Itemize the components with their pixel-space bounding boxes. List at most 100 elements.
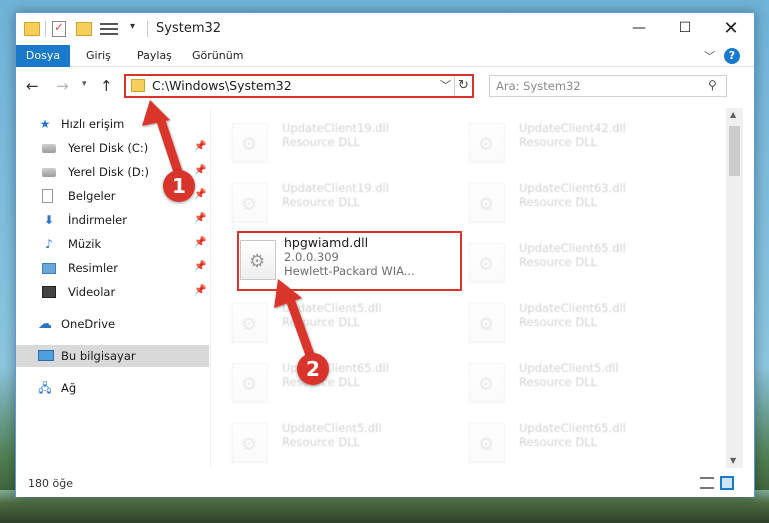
sidebar-item-music[interactable]: ♪ Müzik 📌 (16, 233, 209, 255)
file-item[interactable]: UpdateClient5.dllResource DLL (212, 293, 442, 351)
sidebar-item-label: Yerel Disk (D:) (68, 165, 150, 179)
file-item[interactable]: UpdateClient63.dllResource DLL (449, 173, 679, 231)
dll-file-icon (469, 123, 505, 163)
pictures-icon (42, 263, 56, 274)
file-name: UpdateClient19.dll (282, 121, 389, 135)
refresh-icon[interactable]: ↻ (454, 76, 472, 96)
dll-file-icon (232, 303, 268, 343)
dll-file-icon (469, 363, 505, 403)
tab-file[interactable]: Dosya (16, 45, 70, 67)
file-type: Resource DLL (519, 315, 598, 329)
file-item[interactable]: UpdateClient5.dllResource DLL (449, 353, 679, 411)
sidebar-item-network[interactable]: 🖧 Ağ (16, 377, 209, 399)
chevron-down-icon[interactable]: ﹀ (440, 77, 451, 93)
dll-file-icon (469, 423, 505, 463)
chevron-down-icon[interactable]: ﹀ (704, 48, 715, 64)
pin-icon[interactable]: 📌 (194, 237, 206, 248)
scroll-up-icon[interactable]: ▲ (730, 110, 736, 119)
pane-divider[interactable] (210, 108, 211, 468)
minimize-button[interactable]: — (616, 13, 662, 43)
file-type: Resource DLL (519, 135, 598, 149)
navigation-pane: ★ Hızlı erişim Yerel Disk (C:) 📌 Yerel D… (16, 108, 209, 468)
dll-file-icon (232, 123, 268, 163)
file-name: UpdateClient65.dll (519, 241, 626, 255)
sidebar-item-label: Ağ (61, 381, 77, 395)
search-input[interactable] (496, 78, 696, 94)
address-bar[interactable]: C:\Windows\System32 ﹀ ↻ (124, 74, 474, 98)
highlight-box (237, 231, 462, 291)
details-view-icon[interactable] (700, 477, 714, 489)
file-type: Resource DLL (519, 435, 598, 449)
folder-icon (131, 79, 145, 92)
dll-file-icon (232, 363, 268, 403)
recent-locations-icon[interactable]: ▾ (82, 79, 87, 89)
file-item[interactable]: UpdateClient19.dllResource DLL (212, 173, 442, 231)
close-button[interactable]: ✕ (708, 13, 754, 43)
sidebar-item-downloads[interactable]: ⬇ İndirmeler 📌 (16, 209, 209, 231)
folder-icon (24, 22, 40, 36)
sidebar-item-label: OneDrive (61, 317, 116, 331)
file-name: UpdateClient5.dll (282, 301, 382, 315)
file-type: Resource DLL (519, 195, 598, 209)
help-icon[interactable]: ? (724, 48, 740, 64)
file-item[interactable]: UpdateClient65.dllResource DLL (449, 293, 679, 351)
new-folder-icon[interactable] (76, 22, 92, 36)
ribbon-tabs: Dosya Giriş Paylaş Görünüm ﹀ ? (16, 45, 754, 67)
tab-home[interactable]: Giriş (86, 45, 111, 67)
navigation-bar: ← → ▾ ↑ C:\Windows\System32 ﹀ ↻ ⚲ (16, 68, 754, 104)
file-item[interactable]: UpdateClient65.dllResource DLL (449, 413, 679, 468)
tab-view[interactable]: Görünüm (192, 45, 243, 67)
sidebar-item-quick-access[interactable]: ★ Hızlı erişim (16, 113, 209, 135)
drive-icon (42, 168, 56, 177)
sidebar-item-videos[interactable]: Videolar 📌 (16, 281, 209, 303)
status-bar: 180 öğe (16, 471, 754, 497)
tiles-view-icon[interactable] (720, 476, 734, 490)
file-item[interactable]: UpdateClient5.dllResource DLL (212, 413, 442, 468)
sidebar-item-label: Resimler (68, 261, 118, 275)
sidebar-item-pictures[interactable]: Resimler 📌 (16, 257, 209, 279)
vertical-scrollbar[interactable]: ▲ ▼ (726, 108, 743, 468)
sidebar-item-this-pc[interactable]: Bu bilgisayar (16, 345, 209, 367)
file-name: UpdateClient19.dll (282, 181, 389, 195)
document-icon (42, 189, 53, 203)
cloud-icon: ☁ (38, 316, 52, 332)
file-name: UpdateClient5.dll (282, 421, 382, 435)
address-path[interactable]: C:\Windows\System32 (152, 78, 292, 93)
file-item[interactable]: UpdateClient65.dllResource DLL (449, 233, 679, 291)
pin-icon[interactable]: 📌 (194, 261, 206, 272)
view-menu-icon[interactable] (100, 23, 118, 35)
item-count: 180 öğe (28, 477, 73, 490)
search-box[interactable]: ⚲ (489, 75, 727, 97)
sidebar-item-disk-c[interactable]: Yerel Disk (C:) 📌 (16, 137, 209, 159)
tab-share[interactable]: Paylaş (137, 45, 172, 67)
maximize-button[interactable]: ☐ (662, 13, 708, 43)
sidebar-item-label: Videolar (68, 285, 116, 299)
sidebar-item-label: Bu bilgisayar (61, 349, 136, 363)
file-name: UpdateClient5.dll (519, 361, 619, 375)
chevron-down-icon[interactable]: ▾ (130, 21, 135, 39)
back-arrow-icon[interactable]: ← (26, 77, 39, 95)
scroll-thumb[interactable] (729, 126, 740, 176)
pin-icon[interactable]: 📌 (194, 189, 206, 200)
explorer-window: ▾ System32 — ☐ ✕ Dosya Giriş Paylaş Görü… (15, 12, 755, 497)
annotation-marker-1: 1 (163, 170, 195, 202)
file-type: Resource DLL (282, 135, 361, 149)
file-type: Resource DLL (519, 375, 598, 389)
forward-arrow-icon[interactable]: → (56, 77, 69, 95)
pin-icon[interactable]: 📌 (194, 141, 206, 152)
file-name: UpdateClient42.dll (519, 121, 626, 135)
dll-file-icon (232, 183, 268, 223)
up-arrow-icon[interactable]: ↑ (100, 77, 113, 95)
sidebar-item-onedrive[interactable]: ☁ OneDrive (16, 313, 209, 335)
file-item[interactable]: UpdateClient19.dllResource DLL (212, 113, 442, 171)
dll-file-icon (469, 303, 505, 343)
scroll-down-icon[interactable]: ▼ (730, 456, 736, 465)
computer-icon (38, 350, 54, 361)
pin-icon[interactable]: 📌 (194, 165, 206, 176)
file-item[interactable]: UpdateClient42.dllResource DLL (449, 113, 679, 171)
pin-icon[interactable]: 📌 (194, 213, 206, 224)
properties-icon[interactable] (52, 20, 66, 37)
search-icon[interactable]: ⚲ (708, 78, 717, 92)
pin-icon[interactable]: 📌 (194, 285, 206, 296)
title-bar: ▾ System32 — ☐ ✕ (16, 13, 754, 45)
